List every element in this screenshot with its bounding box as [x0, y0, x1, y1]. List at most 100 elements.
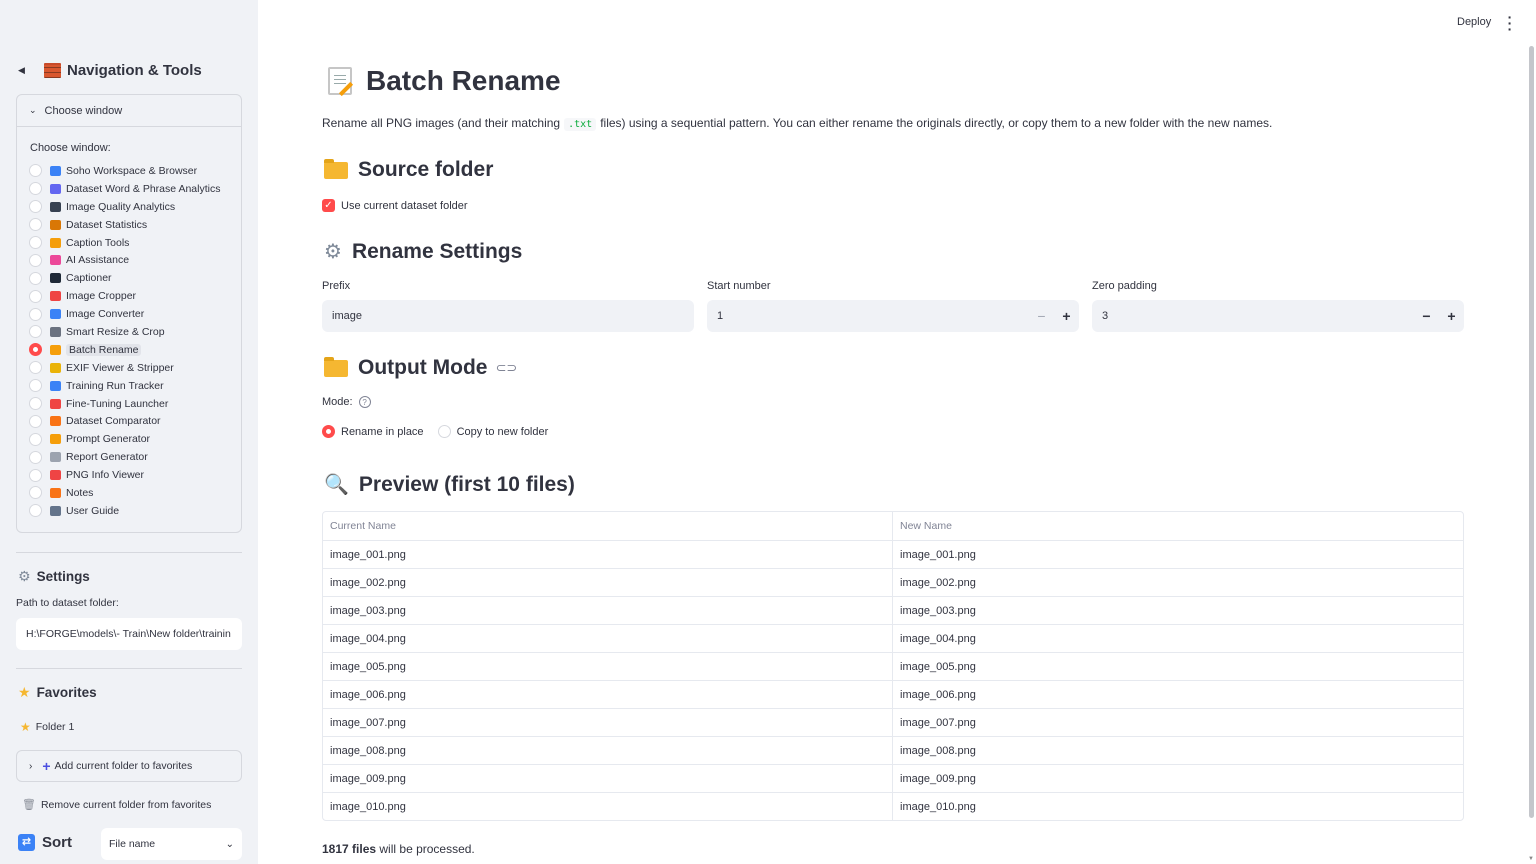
window-option[interactable]: Prompt Generator: [29, 430, 239, 448]
window-option[interactable]: Soho Workspace & Browser: [29, 162, 239, 180]
window-emoji-icon: [50, 201, 61, 212]
radio-unselected-icon: [29, 432, 42, 446]
current-name-cell[interactable]: image_001.png: [323, 541, 893, 568]
zero-padding-stepper: − +: [1414, 300, 1464, 332]
current-name-cell[interactable]: image_005.png: [323, 653, 893, 680]
desc-text: Rename all PNG images (and their matchin…: [322, 116, 561, 130]
favorite-folder-item[interactable]: ★ Folder 1: [20, 720, 74, 734]
table-row: image_010.png image_010.png: [323, 792, 1463, 820]
window-option[interactable]: Captioner: [29, 269, 239, 287]
window-option[interactable]: AI Assistance: [29, 251, 239, 269]
radio-unselected-icon: [29, 468, 42, 482]
current-name-cell[interactable]: image_004.png: [323, 625, 893, 652]
current-name-cell[interactable]: image_010.png: [323, 793, 893, 820]
window-emoji-icon: [50, 470, 61, 481]
add-favorite-expander[interactable]: › + Add current folder to favorites: [16, 750, 242, 782]
column-header-current-name[interactable]: Current Name: [323, 512, 893, 540]
table-row: image_002.png image_002.png: [323, 568, 1463, 596]
new-name-cell[interactable]: image_009.png: [893, 765, 1463, 792]
window-emoji-icon: [50, 291, 61, 302]
preview-table: Current Name New Name image_001.png image…: [322, 511, 1464, 821]
window-option[interactable]: Caption Tools: [29, 234, 239, 252]
decrement-button[interactable]: −: [1414, 308, 1439, 324]
remove-favorite-button[interactable]: 🗑 Remove current folder from favorites: [22, 798, 211, 812]
new-name-cell[interactable]: image_007.png: [893, 709, 1463, 736]
window-emoji-icon: [50, 434, 61, 445]
window-option[interactable]: Dataset Statistics: [29, 216, 239, 234]
new-name-cell[interactable]: image_005.png: [893, 653, 1463, 680]
zero-padding-input[interactable]: 3 − +: [1092, 300, 1464, 332]
table-row: image_003.png image_003.png: [323, 596, 1463, 624]
link-icon[interactable]: ⊂⊃: [495, 360, 517, 376]
current-name-cell[interactable]: image_008.png: [323, 737, 893, 764]
memo-icon: [328, 67, 352, 95]
page-title: Batch Rename: [328, 65, 561, 97]
current-name-cell[interactable]: image_002.png: [323, 569, 893, 596]
window-option[interactable]: Batch Rename: [29, 341, 239, 359]
start-number-value: 1: [717, 310, 724, 322]
start-number-label: Start number: [707, 280, 771, 292]
window-emoji-icon: [50, 362, 61, 373]
scroll-down-arrow-icon[interactable]: ▼: [1528, 856, 1534, 862]
collapse-sidebar-icon[interactable]: ◀: [16, 65, 36, 76]
prefix-input[interactable]: image: [322, 300, 694, 332]
current-name-cell[interactable]: image_007.png: [323, 709, 893, 736]
decrement-button[interactable]: −: [1029, 308, 1054, 324]
increment-button[interactable]: +: [1054, 308, 1079, 324]
sidebar-header: ◀ Navigation & Tools: [16, 58, 246, 82]
new-name-cell[interactable]: image_002.png: [893, 569, 1463, 596]
use-current-folder-checkbox[interactable]: ✓ Use current dataset folder: [322, 199, 468, 212]
mode-option-rename-in-place[interactable]: Rename in place: [322, 425, 424, 438]
new-name-cell[interactable]: image_008.png: [893, 737, 1463, 764]
page-title-text: Batch Rename: [366, 65, 561, 96]
increment-button[interactable]: +: [1439, 308, 1464, 324]
new-name-cell[interactable]: image_001.png: [893, 541, 1463, 568]
window-option[interactable]: Fine-Tuning Launcher: [29, 395, 239, 413]
column-header-new-name[interactable]: New Name: [893, 512, 1463, 540]
radio-unselected-icon: [29, 504, 42, 518]
mode-option-label: Rename in place: [341, 425, 424, 438]
dataset-path-input[interactable]: H:\FORGE\models\- Train\New folder\train…: [16, 618, 242, 650]
new-name-cell[interactable]: image_006.png: [893, 681, 1463, 708]
new-name-cell[interactable]: image_004.png: [893, 625, 1463, 652]
window-option-label: Batch Rename: [66, 343, 142, 356]
radio-unselected-icon: [29, 450, 42, 464]
window-option[interactable]: Report Generator: [29, 448, 239, 466]
window-option-label: Dataset Comparator: [66, 415, 161, 428]
new-name-cell[interactable]: image_010.png: [893, 793, 1463, 820]
window-option[interactable]: EXIF Viewer & Stripper: [29, 359, 239, 377]
favorites-title: Favorites: [36, 685, 97, 700]
expander-label: Choose window: [44, 104, 123, 117]
window-option[interactable]: PNG Info Viewer: [29, 466, 239, 484]
sort-select[interactable]: File name ⌄: [101, 828, 242, 860]
window-option[interactable]: Smart Resize & Crop: [29, 323, 239, 341]
window-option[interactable]: Dataset Comparator: [29, 412, 239, 430]
new-name-cell[interactable]: image_003.png: [893, 597, 1463, 624]
mode-option-copy-to-new-folder[interactable]: Copy to new folder: [437, 425, 548, 438]
window-option[interactable]: Training Run Tracker: [29, 377, 239, 395]
prefix-value: image: [332, 310, 362, 322]
current-name-cell[interactable]: image_006.png: [323, 681, 893, 708]
choose-window-expander-header[interactable]: ⌄ Choose window: [17, 95, 241, 127]
table-row: image_008.png image_008.png: [323, 736, 1463, 764]
deploy-button[interactable]: Deploy: [1449, 12, 1499, 32]
window-option[interactable]: Image Quality Analytics: [29, 198, 239, 216]
kebab-icon[interactable]: · · ·: [1504, 10, 1516, 36]
brick-icon: [44, 62, 61, 78]
start-number-input[interactable]: 1 − +: [707, 300, 1079, 332]
window-option-label: Caption Tools: [66, 236, 130, 249]
current-name-cell[interactable]: image_009.png: [323, 765, 893, 792]
window-option[interactable]: Notes: [29, 484, 239, 502]
window-option[interactable]: Dataset Word & Phrase Analytics: [29, 180, 239, 198]
desc-text: files) using a sequential pattern. You c…: [600, 116, 1273, 130]
window-emoji-icon: [50, 309, 61, 320]
radio-unselected-icon: [29, 271, 42, 285]
window-option[interactable]: Image Converter: [29, 305, 239, 323]
current-name-cell[interactable]: image_003.png: [323, 597, 893, 624]
window-option[interactable]: User Guide: [29, 502, 239, 520]
scrollbar[interactable]: [1529, 46, 1534, 818]
table-row: image_005.png image_005.png: [323, 652, 1463, 680]
help-icon[interactable]: ?: [358, 396, 371, 408]
checkbox-checked-icon: ✓: [322, 199, 335, 212]
window-option[interactable]: Image Cropper: [29, 287, 239, 305]
